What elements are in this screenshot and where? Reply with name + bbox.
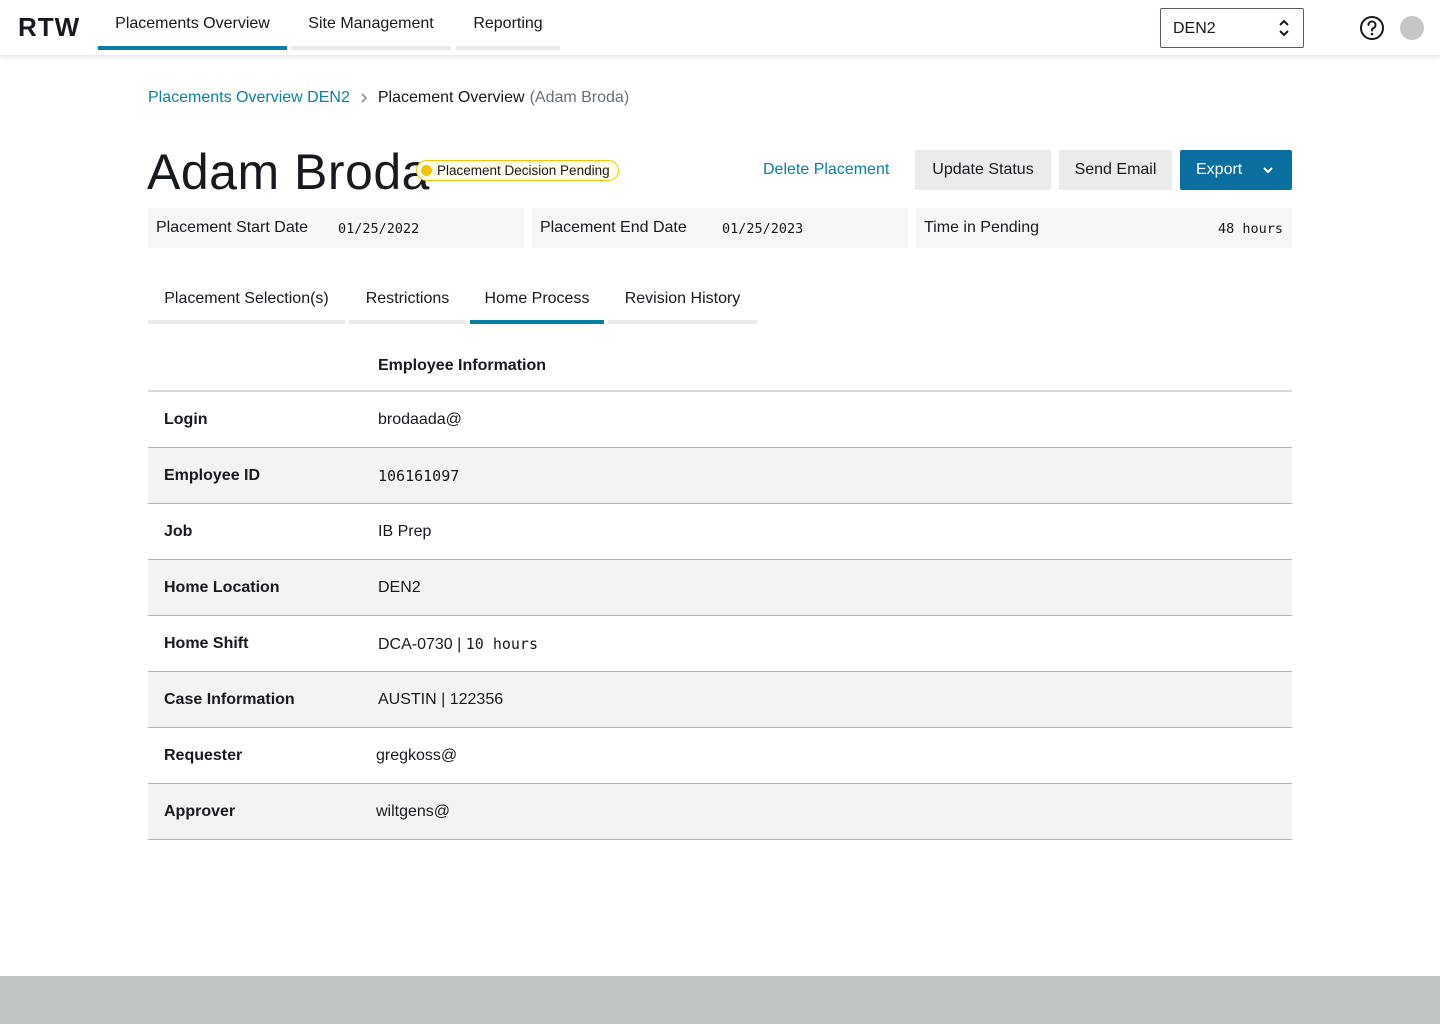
time-in-pending-cell: Time in Pending 48 hours: [916, 208, 1292, 248]
row-value-text: 106161097: [378, 467, 460, 485]
page-footer: [0, 976, 1440, 1024]
nav-tab-site-management[interactable]: Site Management: [291, 0, 451, 50]
top-navigation-bar: RTW Placements Overview Site Management …: [0, 0, 1440, 56]
row-key: Login: [164, 411, 208, 428]
row-value: DCA-0730 | 10 hours: [378, 635, 538, 654]
help-circle-icon[interactable]: [1359, 15, 1385, 41]
row-key: Approver: [164, 803, 236, 820]
table-row: Home Shift DCA-0730 | 10 hours: [148, 616, 1292, 672]
start-date-label: Placement Start Date: [156, 219, 309, 236]
table-row: Approver wiltgens@: [148, 784, 1292, 840]
tab-restrictions[interactable]: Restrictions: [349, 282, 466, 324]
table-row: Requester gregkoss@: [148, 728, 1292, 784]
site-select-value: DEN2: [1173, 20, 1216, 37]
breadcrumb: Placements Overview DEN2 Placement Overv…: [148, 89, 629, 107]
page-title: Adam Broda: [147, 144, 430, 200]
table-row: Employee ID 106161097: [148, 448, 1292, 504]
app-logo[interactable]: RTW: [18, 12, 80, 43]
export-button-label: Export: [1196, 161, 1243, 178]
row-key: Home Shift: [164, 635, 249, 652]
tab-placement-selections[interactable]: Placement Selection(s): [148, 282, 345, 324]
row-value-hours: 10 hours: [465, 635, 538, 653]
sort-chevrons-icon: [1279, 19, 1289, 37]
row-value: gregkoss@: [376, 747, 458, 764]
end-date-label: Placement End Date: [540, 219, 687, 236]
row-value: DEN2: [378, 579, 421, 596]
row-key: Employee ID: [164, 467, 261, 484]
user-avatar[interactable]: [1400, 16, 1424, 40]
row-key: Home Location: [164, 579, 280, 596]
status-pending-dot-icon: [421, 165, 432, 176]
end-date-cell: Placement End Date 01/25/2023: [532, 208, 908, 248]
nav-tab-reporting[interactable]: Reporting: [456, 0, 560, 50]
table-row: Case Information AUSTIN | 122356: [148, 672, 1292, 728]
tab-revision-history[interactable]: Revision History: [608, 282, 757, 324]
chevron-right-icon: [361, 93, 367, 103]
status-badge-label: Placement Decision Pending: [437, 163, 610, 178]
chevron-down-icon: [1263, 167, 1273, 174]
row-value: 106161097: [378, 467, 459, 486]
update-status-button[interactable]: Update Status: [915, 150, 1051, 190]
row-value: AUSTIN | 122356: [378, 691, 504, 708]
table-row: Job IB Prep: [148, 504, 1292, 560]
site-select[interactable]: DEN2: [1160, 8, 1304, 48]
start-date-value: 01/25/2022: [338, 221, 420, 237]
row-value: wiltgens@: [376, 803, 451, 820]
tab-home-process[interactable]: Home Process: [470, 282, 604, 324]
row-key: Requester: [164, 747, 243, 764]
send-email-button[interactable]: Send Email: [1059, 150, 1172, 190]
row-key: Job: [164, 523, 193, 540]
row-key: Case Information: [164, 691, 295, 708]
row-value-shift: DCA-0730 |: [378, 636, 466, 653]
table-header: Employee Information: [148, 345, 1292, 392]
table-title: Employee Information: [378, 357, 547, 374]
nav-tab-placements-overview[interactable]: Placements Overview: [98, 0, 287, 50]
export-button[interactable]: Export: [1180, 150, 1292, 190]
table-row: Home Location DEN2: [148, 560, 1292, 616]
table-row: Login brodaada@: [148, 392, 1292, 448]
row-value: brodaada@: [378, 411, 462, 428]
time-in-pending-value: 48 hours: [1217, 221, 1283, 237]
delete-placement-link[interactable]: Delete Placement: [763, 161, 889, 179]
breadcrumb-parent-link[interactable]: Placements Overview DEN2: [148, 89, 350, 107]
start-date-cell: Placement Start Date 01/25/2022: [148, 208, 524, 248]
breadcrumb-current: Placement Overview: [377, 89, 525, 106]
end-date-value: 01/25/2023: [722, 221, 804, 237]
breadcrumb-current-detail: (Adam Broda): [529, 89, 630, 106]
time-in-pending-label: Time in Pending: [924, 219, 1040, 236]
row-value: IB Prep: [378, 523, 432, 540]
status-badge: Placement Decision Pending: [416, 160, 619, 181]
